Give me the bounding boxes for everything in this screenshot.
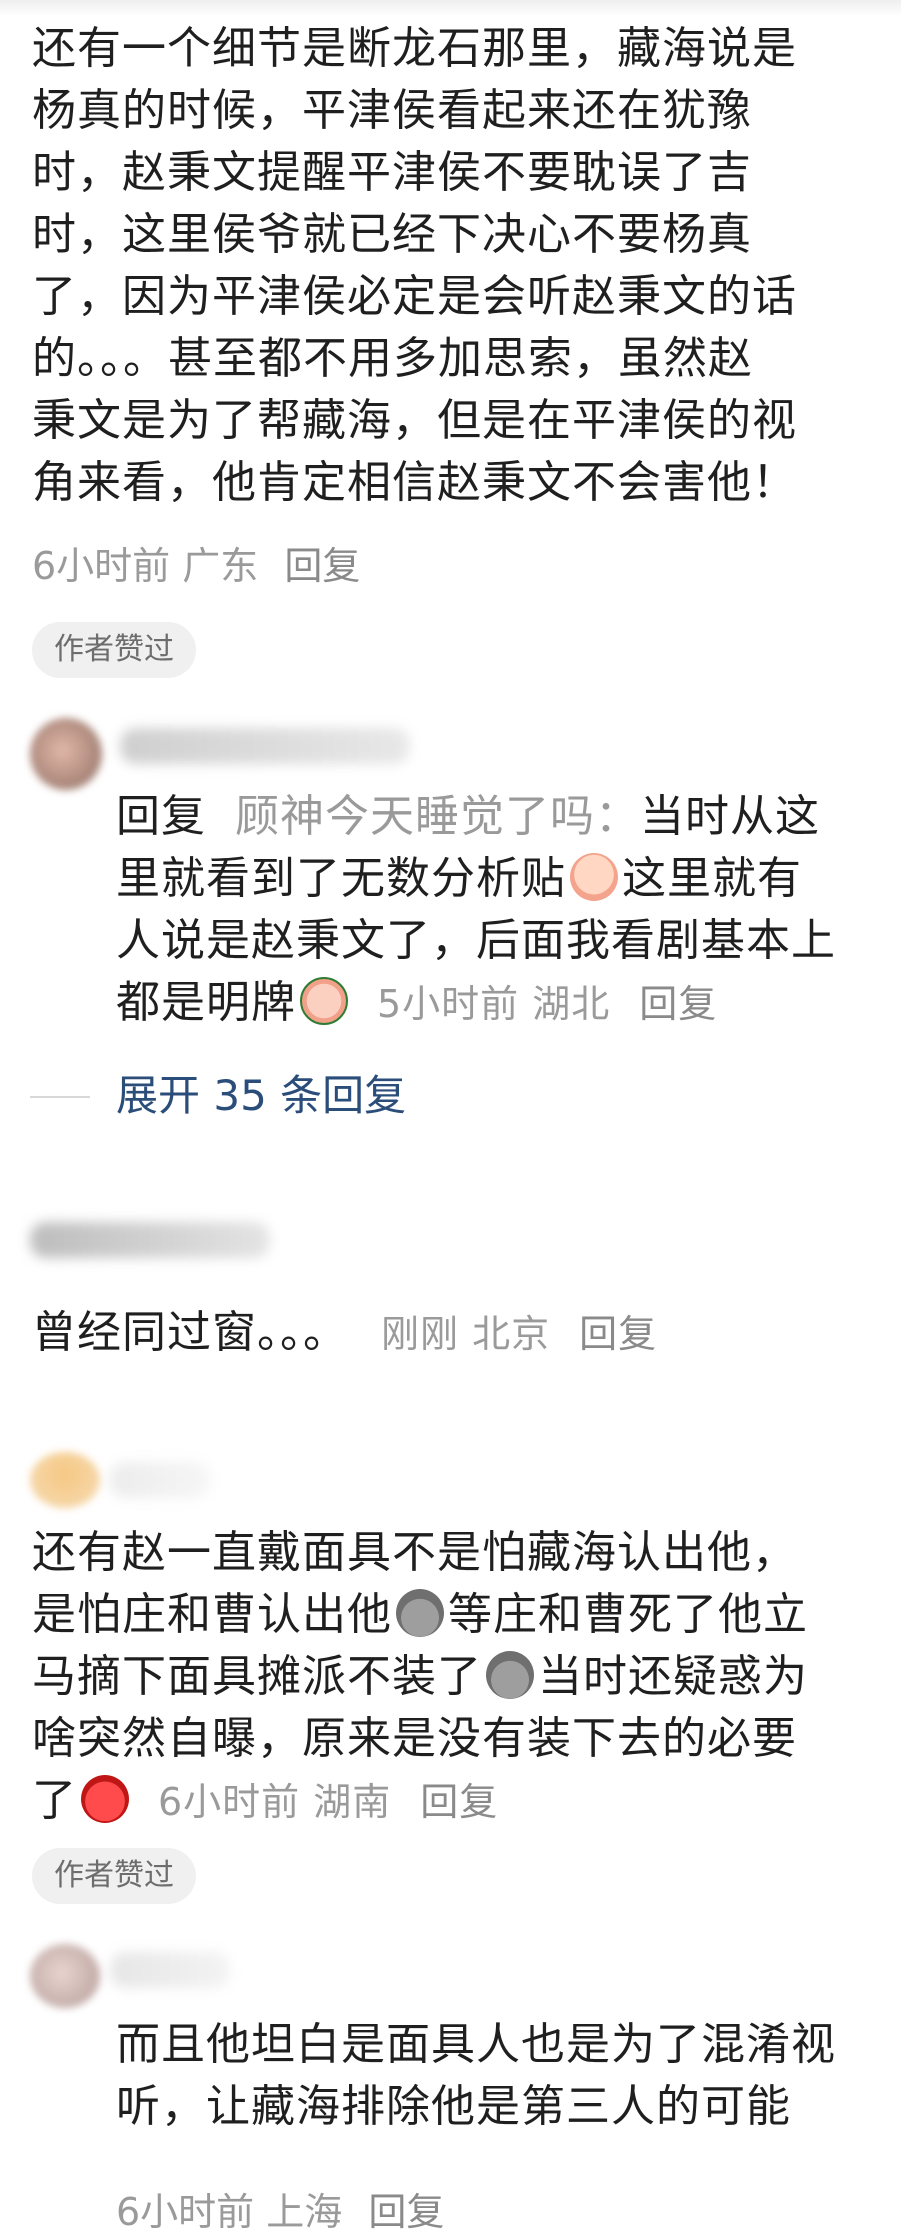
- comment-1-meta: 6小时前 广东 回复: [32, 540, 360, 592]
- money-bag-icon: [396, 1589, 444, 1637]
- reply-1-text: 当时从这: [640, 791, 820, 842]
- comment-1-line: 的。。。甚至都不用多加思索，虽然赵: [32, 333, 753, 384]
- reply-2-text: 而且他坦白是面具人也是为了混淆视: [116, 2019, 836, 2070]
- username-blurred[interactable]: [30, 1222, 270, 1258]
- comment-3-body: 还有赵一直戴面具不是怕藏海认出他， 是怕庄和曹认出他 等庄和曹死了他立 马摘下面具…: [32, 1522, 808, 1833]
- reply-mention[interactable]: 顾神今天睡觉了吗：: [235, 791, 640, 842]
- reply-2-body: 而且他坦白是面具人也是为了混淆视 听，让藏海排除他是第三人的可能: [116, 2014, 836, 2138]
- author-liked-badge: 作者赞过: [32, 622, 196, 678]
- comment-3-time-location: 6小时前 湖南: [158, 1780, 392, 1824]
- reply-2-reply-button[interactable]: 回复: [368, 2190, 444, 2234]
- reply-2-meta: 6小时前 上海 回复: [116, 2186, 444, 2238]
- comment-1-line: 时，这里侯爷就已经下决心不要杨真: [32, 209, 752, 260]
- angry-devil-icon: [81, 1775, 129, 1823]
- comment-1-line: 角来看，他肯定相信赵秉文不会害他！: [32, 457, 797, 508]
- reply-1-reply-button[interactable]: 回复: [639, 982, 717, 1026]
- username-blurred[interactable]: [110, 1462, 210, 1498]
- reply-1-text: 人说是赵秉文了，后面我看剧基本上: [116, 915, 836, 966]
- expand-replies-button[interactable]: 展开 35 条回复: [116, 1068, 406, 1124]
- comment-3-text: 还有赵一直戴面具不是怕藏海认出他，: [32, 1527, 797, 1578]
- username-blurred[interactable]: [110, 1952, 230, 1988]
- comment-2-time-location: 刚刚 北京: [381, 1312, 551, 1356]
- reply-2-time-location: 6小时前 上海: [116, 2190, 343, 2234]
- reply-1-time-location: 5小时前 湖北: [377, 982, 611, 1026]
- comment-1-line: 时，赵秉文提醒平津侯不要耽误了吉: [32, 147, 752, 198]
- reply-1-body: 回复 顾神今天睡觉了吗：当时从这 里就看到了无数分析贴 这里就有 人说是赵秉文了，…: [116, 786, 836, 1035]
- comment-3-text: 是怕庄和曹认出他: [32, 1589, 392, 1640]
- comment-1-line: 了，因为平津侯必定是会听赵秉文的话: [32, 271, 797, 322]
- comment-2-text: 曾经同过窗。。。: [32, 1307, 348, 1358]
- comment-3-reply-button[interactable]: 回复: [420, 1780, 498, 1824]
- reply-prefix: 回复: [116, 791, 206, 842]
- comment-1-line: 秉文是为了帮藏海，但是在平津侯的视: [32, 395, 797, 446]
- reply-1-text: 里就看到了无数分析贴: [116, 853, 566, 904]
- top-fade: [0, 0, 901, 16]
- avatar[interactable]: [30, 1452, 100, 1508]
- comment-3-text: 当时还疑惑为: [538, 1651, 808, 1702]
- comment-3-text: 了: [32, 1775, 77, 1826]
- comment-2-reply-button[interactable]: 回复: [579, 1312, 657, 1356]
- expand-divider: [30, 1096, 90, 1098]
- comment-3-text: 马摘下面具摊派不装了: [32, 1651, 482, 1702]
- comment-1-body: 还有一个细节是断龙石那里，藏海说是 杨真的时候，平津侯看起来还在犹豫 时，赵秉文…: [32, 18, 797, 514]
- comment-2-body: 曾经同过窗。。。 刚刚 北京 回复: [32, 1302, 657, 1365]
- author-liked-badge: 作者赞过: [32, 1848, 196, 1904]
- comment-1-line: 杨真的时候，平津侯看起来还在犹豫: [32, 85, 752, 136]
- comment-3-text: 啥突然自曝，原来是没有装下去的必要: [32, 1713, 797, 1764]
- avatar[interactable]: [30, 1944, 100, 2008]
- reply-1-text: 这里就有: [622, 853, 802, 904]
- username-blurred[interactable]: [120, 728, 410, 764]
- sad-face-icon: [300, 977, 348, 1025]
- comment-3-text: 等庄和曹死了他立: [448, 1589, 808, 1640]
- comment-1-line: 还有一个细节是断龙石那里，藏海说是: [32, 23, 797, 74]
- comment-1-reply-button[interactable]: 回复: [284, 544, 360, 588]
- reply-2-text: 听，让藏海排除他是第三人的可能: [116, 2081, 791, 2132]
- reply-1-text: 都是明牌: [116, 977, 296, 1028]
- money-bag-icon: [486, 1651, 534, 1699]
- avatar[interactable]: [30, 718, 102, 790]
- cry-face-icon: [570, 853, 618, 901]
- comment-1-time-location: 6小时前 广东: [32, 544, 259, 588]
